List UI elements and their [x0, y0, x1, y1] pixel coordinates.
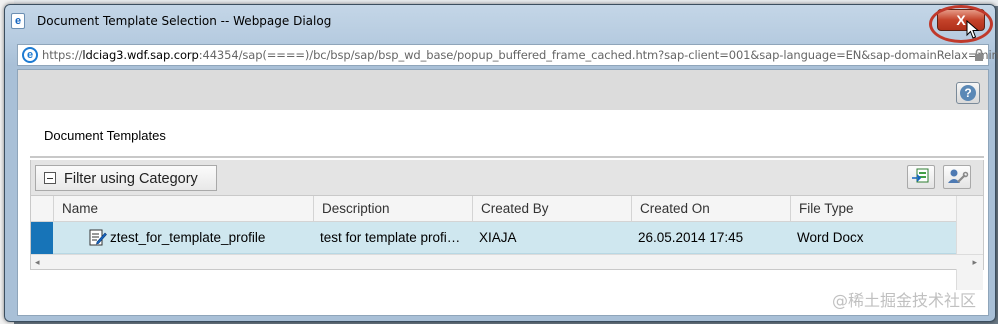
column-header-file-type[interactable]: File Type — [790, 196, 956, 222]
filter-label: Filter using Category — [64, 171, 198, 187]
dialog-window: e Document Template Selection -- Webpage… — [4, 4, 998, 322]
row-selector[interactable] — [31, 222, 53, 254]
vertical-scroll-area — [956, 196, 983, 290]
url-host: ldciag3.wdf.sap.corp — [82, 48, 199, 62]
personalize-button[interactable] — [943, 165, 971, 189]
url-prefix: https:// — [42, 48, 83, 62]
window-title: Document Template Selection -- Webpage D… — [37, 14, 332, 28]
cell-name[interactable]: ztest_for_template_profile — [103, 222, 313, 254]
section-divider — [30, 156, 984, 158]
panel-header: Filter using Category — [31, 160, 983, 196]
filter-toggle-button[interactable]: Filter using Category — [35, 165, 217, 191]
url-rest: :44354/sap(====)/bc/bsp/sap/bsp_wd_base/… — [198, 48, 998, 62]
personalize-icon — [948, 169, 969, 183]
templates-panel: Filter using Category Name Description C… — [30, 160, 984, 290]
export-icon — [912, 168, 929, 183]
help-button[interactable]: ? — [956, 82, 980, 104]
cell-created-on: 26.05.2014 17:45 — [638, 230, 744, 245]
table-header: Name Description Created By Created On F… — [31, 196, 956, 222]
section-title: Document Templates — [44, 128, 166, 143]
column-header-created-on[interactable]: Created On — [631, 196, 790, 222]
ie-page-icon: e — [11, 13, 25, 29]
watermark-text: @稀土掘金技术社区 — [831, 291, 976, 310]
title-bar[interactable]: e Document Template Selection -- Webpage… — [5, 5, 995, 35]
cell-description: test for template profi… — [320, 230, 461, 245]
help-icon: ? — [960, 85, 976, 101]
lock-icon — [975, 49, 983, 61]
column-header-name[interactable]: Name — [53, 196, 313, 222]
address-bar[interactable]: e https://ldciag3.wdf.sap.corp:44354/sap… — [17, 44, 998, 66]
scroll-left-icon[interactable]: ◂ — [35, 257, 40, 268]
export-button[interactable] — [907, 165, 935, 189]
cell-file-type: Word Docx — [797, 230, 864, 245]
scroll-right-icon[interactable]: ▸ — [972, 257, 977, 268]
horizontal-scrollbar[interactable]: ◂ ▸ — [31, 254, 983, 269]
dialog-content: ? Document Templates Filter using Catego… — [17, 69, 989, 316]
ie-logo-icon: e — [22, 47, 38, 63]
top-toolbar: ? — [18, 70, 988, 110]
cell-created-by: XIAJA — [479, 230, 517, 245]
close-button-annotation-circle — [929, 5, 993, 43]
collapse-icon — [44, 172, 56, 184]
column-header-created-by[interactable]: Created By — [472, 196, 631, 222]
url-text: https://ldciag3.wdf.sap.corp:44354/sap(=… — [42, 48, 998, 62]
mouse-cursor-icon — [966, 20, 980, 39]
column-header-description[interactable]: Description — [313, 196, 472, 222]
